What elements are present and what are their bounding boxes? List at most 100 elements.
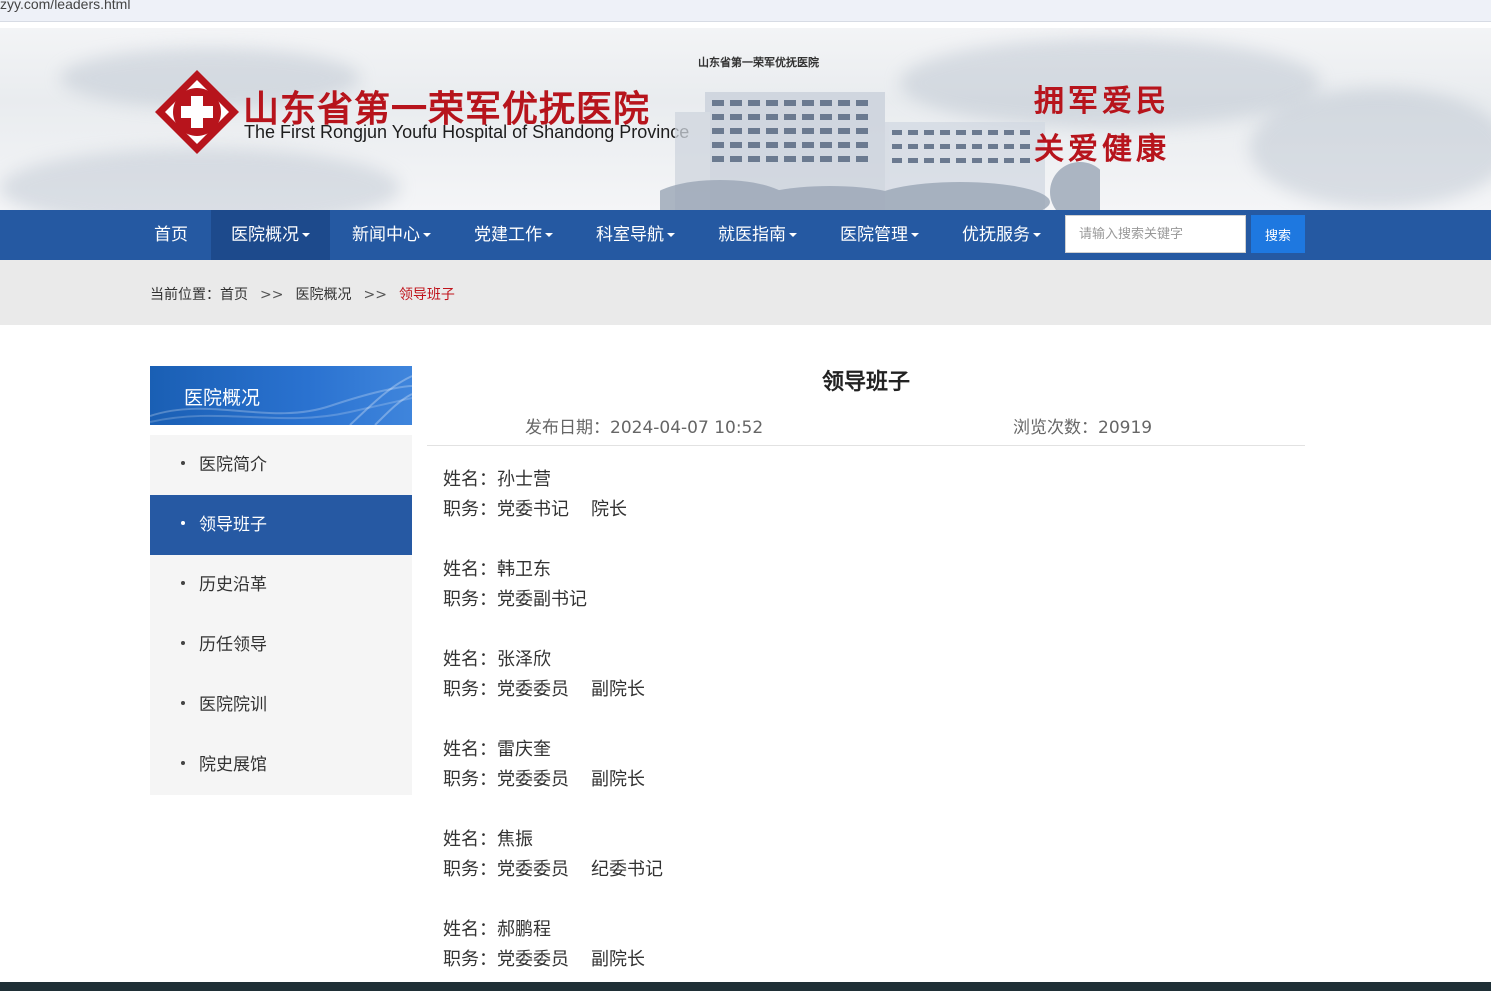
sidebar-item-label: 医院简介 — [199, 455, 267, 475]
leader-role: 党委委员 — [497, 679, 569, 700]
role-label: 职务： — [443, 769, 497, 790]
leader-name: 孙士营 — [497, 469, 551, 490]
role-label: 职务： — [443, 499, 497, 520]
nav-item-overview[interactable]: 医院概况 — [211, 210, 330, 260]
search-input[interactable] — [1065, 215, 1246, 253]
nav-item-departments[interactable]: 科室导航 — [580, 210, 691, 260]
leader-role: 党委书记 — [497, 499, 569, 520]
nav-label: 就医指南 — [718, 225, 786, 245]
sidebar-item-museum[interactable]: 院史展馆 — [150, 735, 412, 795]
bullet-icon — [181, 641, 185, 645]
nav-item-home[interactable]: 首页 — [138, 210, 204, 260]
role-label: 职务： — [443, 679, 497, 700]
sidebar-heading-label: 医院概况 — [184, 387, 261, 409]
nav-item-party[interactable]: 党建工作 — [458, 210, 569, 260]
leader-role: 党委副书记 — [497, 589, 587, 610]
leader-role: 院长 — [591, 499, 627, 520]
leader-entry: 姓名：韩卫东 职务：党委副书记 — [443, 555, 587, 615]
site-subtitle: The First Rongjun Youfu Hospital of Shan… — [244, 122, 690, 142]
sidebar-menu: 医院简介 领导班子 历史沿革 历任领导 医院院训 院史展馆 — [150, 435, 412, 795]
name-label: 姓名： — [443, 469, 497, 490]
search-button[interactable]: 搜索 — [1251, 215, 1305, 253]
name-label: 姓名： — [443, 739, 497, 760]
role-label: 职务： — [443, 859, 497, 880]
leader-role: 党委委员 — [497, 949, 569, 970]
sidebar-item-leaders[interactable]: 领导班子 — [150, 495, 412, 555]
publish-date: 发布日期：2024-04-07 10:52 — [525, 418, 764, 438]
sidebar-item-label: 领导班子 — [199, 515, 267, 535]
url-text[interactable]: zyy.com/leaders.html — [0, 0, 130, 12]
nav-label: 医院概况 — [231, 225, 299, 245]
nav-item-management[interactable]: 医院管理 — [824, 210, 935, 260]
nav-label: 医院管理 — [840, 225, 908, 245]
name-label: 姓名： — [443, 919, 497, 940]
browser-address-bar[interactable]: zyy.com/leaders.html — [0, 0, 1491, 22]
chevron-down-icon — [667, 233, 675, 237]
leader-role: 党委委员 — [497, 859, 569, 880]
bullet-icon — [181, 701, 185, 705]
nav-label: 科室导航 — [596, 225, 664, 245]
nav-label: 党建工作 — [474, 225, 542, 245]
slogan-line-2: 关爱健康 — [1034, 132, 1170, 167]
nav-item-guide[interactable]: 就医指南 — [702, 210, 813, 260]
role-label: 职务： — [443, 589, 497, 610]
chevron-down-icon — [302, 233, 310, 237]
bullet-icon — [181, 521, 185, 525]
leader-entry: 姓名：雷庆奎 职务：党委委员 副院长 — [443, 735, 645, 795]
bullet-icon — [181, 581, 185, 585]
sidebar-item-history[interactable]: 历史沿革 — [150, 555, 412, 615]
leader-role: 党委委员 — [497, 769, 569, 790]
sidebar-heading: 医院概况 — [150, 366, 412, 425]
nav-item-services[interactable]: 优抚服务 — [946, 210, 1057, 260]
leader-role: 副院长 — [591, 679, 645, 700]
leader-entry: 姓名：郝鹏程 职务：党委委员 副院长 — [443, 915, 645, 975]
leader-role: 副院长 — [591, 949, 645, 970]
nav-label: 首页 — [154, 225, 188, 245]
leader-name: 焦振 — [497, 829, 533, 850]
view-count: 浏览次数：20919 — [1013, 418, 1153, 438]
sidebar-item-label: 院史展馆 — [199, 755, 267, 775]
bullet-icon — [181, 761, 185, 765]
breadcrumb-home-link[interactable]: 首页 — [220, 287, 248, 303]
nav-label: 优抚服务 — [962, 225, 1030, 245]
breadcrumb-separator: >> — [363, 287, 387, 303]
leader-entry: 姓名：焦振 职务：党委委员 纪委书记 — [443, 825, 663, 885]
name-label: 姓名： — [443, 559, 497, 580]
leader-role: 副院长 — [591, 769, 645, 790]
slogan-line-1: 拥军爱民 — [1034, 84, 1170, 119]
leader-entry: 姓名：孙士营 职务：党委书记 院长 — [443, 465, 627, 525]
breadcrumb-prefix: 当前位置： — [150, 287, 220, 303]
bullet-icon — [181, 461, 185, 465]
sidebar-item-intro[interactable]: 医院简介 — [150, 435, 412, 495]
chevron-down-icon — [423, 233, 431, 237]
header-banner: 山东省第一荣军优抚医院 The First Rongjun Youfu Hosp… — [0, 28, 1491, 210]
sidebar-item-label: 历任领导 — [199, 635, 267, 655]
article-title: 领导班子 — [821, 370, 910, 395]
breadcrumb-current[interactable]: 领导班子 — [399, 287, 455, 303]
leader-entry: 姓名：张泽欣 职务：党委委员 副院长 — [443, 645, 645, 705]
name-label: 姓名： — [443, 649, 497, 670]
leader-name: 张泽欣 — [497, 649, 551, 670]
chevron-down-icon — [545, 233, 553, 237]
chevron-down-icon — [789, 233, 797, 237]
leader-name: 雷庆奎 — [497, 739, 551, 760]
sidebar-item-label: 医院院训 — [199, 695, 267, 715]
nav-item-news[interactable]: 新闻中心 — [336, 210, 447, 260]
hospital-logo-icon[interactable] — [153, 68, 241, 156]
sidebar-item-former-leaders[interactable]: 历任领导 — [150, 615, 412, 675]
breadcrumb-bar: 当前位置：首页 >> 医院概况 >> 领导班子 — [0, 260, 1491, 325]
leader-role: 纪委书记 — [591, 859, 663, 880]
sidebar-item-motto[interactable]: 医院院训 — [150, 675, 412, 735]
nav-label: 新闻中心 — [352, 225, 420, 245]
building-caption: 山东省第一荣军优抚医院 — [698, 56, 819, 69]
chevron-down-icon — [1033, 233, 1041, 237]
leader-name: 郝鹏程 — [497, 919, 551, 940]
chevron-down-icon — [911, 233, 919, 237]
breadcrumb-separator: >> — [260, 287, 284, 303]
sidebar-item-label: 历史沿革 — [199, 575, 267, 595]
footer-edge — [0, 982, 1491, 991]
role-label: 职务： — [443, 949, 497, 970]
breadcrumb: 当前位置：首页 >> 医院概况 >> 领导班子 — [150, 284, 455, 304]
breadcrumb-parent-link[interactable]: 医院概况 — [295, 287, 351, 303]
name-label: 姓名： — [443, 829, 497, 850]
